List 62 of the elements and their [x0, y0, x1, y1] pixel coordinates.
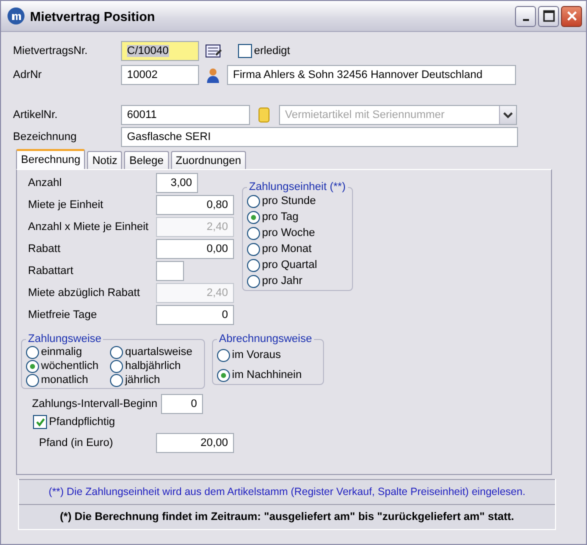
done-checkbox[interactable]: erledigt: [238, 44, 290, 58]
minimize-icon: [522, 19, 528, 21]
radio-option[interactable]: im Nachhinein: [217, 365, 319, 385]
maximize-icon: [542, 10, 554, 22]
deposit-checkbox[interactable]: Pfandpflichtig: [33, 414, 551, 430]
field-label: Anzahl x Miete je Einheit: [28, 221, 150, 233]
group-title: Abrechnungsweise: [218, 333, 313, 345]
chevron-down-icon: [503, 111, 513, 119]
field-label: AdrNr: [13, 69, 43, 81]
number-field[interactable]: [156, 261, 184, 281]
radio-option[interactable]: im Voraus: [217, 345, 319, 365]
field-label: Anzahl: [28, 177, 63, 189]
description-field[interactable]: Gasflasche SERI: [121, 127, 518, 147]
tab[interactable]: Notiz: [87, 151, 122, 169]
tab[interactable]: Zuordnungen: [170, 151, 246, 169]
article-number-field[interactable]: 60011: [121, 105, 250, 125]
tab[interactable]: Belege: [124, 151, 169, 169]
radio-option[interactable]: quartalsweise: [110, 345, 200, 359]
tab[interactable]: Berechnung: [16, 149, 86, 169]
field-label: Rabatt: [28, 243, 62, 255]
radio-option[interactable]: pro Quartal: [247, 257, 348, 273]
checkmark-icon: [34, 416, 46, 428]
person-icon[interactable]: [205, 67, 221, 83]
notepad-icon[interactable]: [205, 43, 223, 59]
field-label: Mietfreie Tage: [28, 309, 98, 321]
contract-number-field[interactable]: C/10040: [121, 41, 199, 61]
address-name-field[interactable]: Firma Ahlers & Sohn 32456 Hannover Deutschland: [227, 65, 516, 85]
minimize-button[interactable]: [515, 6, 536, 26]
app-logo-icon: [7, 7, 25, 25]
number-field[interactable]: 0: [161, 394, 203, 414]
field-label: ArtikelNr.: [13, 109, 59, 121]
close-icon: [566, 10, 578, 22]
note-text: (*) Die Berechnung findet im Zeitraum: "ausgeliefert am" bis "zurückgeliefert am" statt.: [19, 504, 555, 529]
window-title: Mietvertrag Position: [30, 8, 156, 24]
group-title: Zahlungsweise: [27, 333, 102, 345]
radio-option[interactable]: pro Tag: [247, 209, 348, 225]
radio-option[interactable]: pro Stunde: [247, 193, 348, 209]
number-field[interactable]: 3,00: [156, 173, 198, 193]
radio-option[interactable]: einmalig: [26, 345, 106, 359]
number-field[interactable]: 20,00: [156, 433, 234, 453]
field-label: Miete abzüglich Rabatt: [28, 287, 141, 299]
field-label: Rabattart: [28, 265, 74, 277]
field-label: Miete je Einheit: [28, 199, 104, 211]
number-field[interactable]: 0: [156, 305, 234, 325]
number-field[interactable]: 0,80: [156, 195, 234, 215]
radio-option[interactable]: pro Jahr: [247, 273, 348, 289]
radio-option[interactable]: wöchentlich: [26, 359, 106, 373]
field-label: Zahlungs-Intervall-Beginn: [32, 398, 158, 410]
field-label: Pfand (in Euro): [39, 437, 114, 449]
note-text: (**) Die Zahlungseinheit wird aus dem Artikelstamm (Register Verkauf, Spalte Preiseinheit) eingelesen.: [19, 479, 555, 504]
radio-option[interactable]: jährlich: [110, 373, 200, 387]
field-label: MietvertragsNr.: [13, 45, 89, 57]
maximize-button[interactable]: [538, 6, 559, 26]
close-button[interactable]: [561, 6, 582, 26]
address-number-field[interactable]: 10002: [121, 65, 199, 85]
radio-option[interactable]: monatlich: [26, 373, 106, 387]
number-field[interactable]: 0,00: [156, 239, 234, 259]
group-title: Zahlungseinheit (**): [248, 181, 347, 193]
radio-option[interactable]: pro Woche: [247, 225, 348, 241]
field-label: Bezeichnung: [13, 131, 78, 143]
radio-option[interactable]: pro Monat: [247, 241, 348, 257]
radio-option[interactable]: halbjährlich: [110, 359, 200, 373]
